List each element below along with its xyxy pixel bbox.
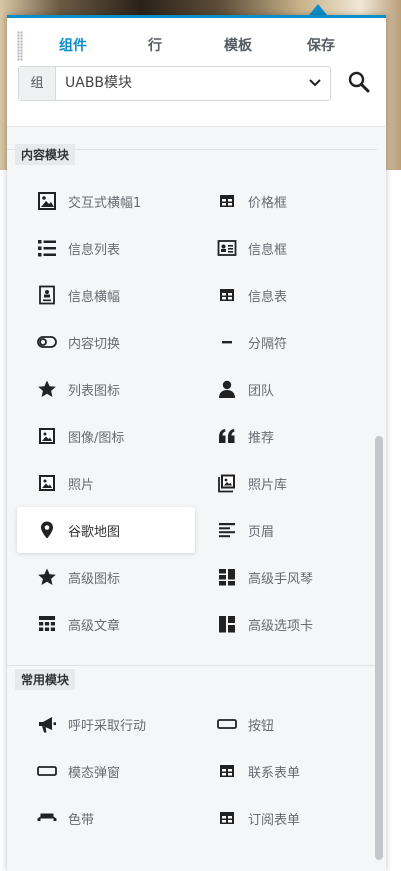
map-marker-icon — [41, 521, 53, 539]
table-icon — [220, 812, 234, 824]
module-item-label: 照片 — [68, 478, 95, 493]
module-item-label: 高级手风琴 — [248, 572, 314, 587]
tab-modules[interactable]: 组件 — [59, 35, 87, 55]
module-item[interactable]: 分隔符 — [197, 319, 375, 365]
drag-handle-icon[interactable] — [17, 31, 23, 61]
section-title-common: 常用模块 — [15, 669, 76, 690]
table-icon — [220, 195, 234, 207]
button-icon — [217, 719, 237, 729]
table-icon — [220, 289, 234, 301]
banner-icon — [39, 285, 55, 305]
module-item-label: 按钮 — [248, 719, 275, 734]
tabs-icon — [219, 616, 235, 633]
modules-list[interactable]: 内容模块 交互式横幅1 价格框信息列表 信息框信息横幅 信息表内容切换 分隔符列表图标 团… — [7, 127, 386, 871]
module-item[interactable]: 照片 — [17, 460, 195, 506]
module-item[interactable]: 高级选项卡 — [197, 601, 375, 647]
list-icon — [38, 240, 56, 257]
group-selected-value: UABB模块 — [65, 75, 133, 91]
module-item-label: 高级选项卡 — [248, 619, 314, 634]
module-item-label: 内容切换 — [68, 337, 121, 352]
module-item-label: 价格框 — [248, 196, 288, 211]
module-item-label: 联系表单 — [248, 766, 301, 781]
module-item-label: 交互式横幅1 — [68, 196, 142, 211]
module-item[interactable]: 高级文章 — [17, 601, 195, 647]
module-item-label: 分隔符 — [248, 337, 288, 352]
section-title-content: 内容模块 — [15, 144, 76, 165]
panel-header: 组件 行 模板 保存 组 UABB模块 — [7, 18, 386, 127]
module-item[interactable]: 列表图标 — [17, 366, 195, 412]
module-item-label: 色带 — [68, 813, 95, 828]
megaphone-icon — [39, 717, 56, 733]
heading-icon — [219, 523, 235, 538]
module-item[interactable]: 呼吁采取行动 — [17, 701, 195, 747]
module-item[interactable]: 团队 — [197, 366, 375, 412]
table-icon — [220, 765, 234, 777]
module-item[interactable]: 谷歌地图 — [17, 507, 195, 553]
person-icon — [219, 380, 235, 398]
module-item[interactable]: 信息框 — [197, 225, 375, 271]
accordion-icon — [219, 569, 235, 586]
scrollbar-thumb[interactable] — [375, 436, 383, 860]
button-icon — [37, 766, 57, 776]
module-item-label: 谷歌地图 — [68, 525, 121, 540]
image-icon — [38, 192, 56, 210]
module-item[interactable]: 色带 — [17, 795, 195, 841]
scrollbar[interactable] — [375, 436, 383, 866]
module-item-label: 模态弹窗 — [68, 766, 121, 781]
module-panel: 组件 行 模板 保存 组 UABB模块 内容模块 交互式横幅1 价格框 信息列表 信息… — [7, 15, 386, 871]
module-item[interactable]: 信息横幅 — [17, 272, 195, 318]
picture-icon — [39, 475, 55, 491]
module-item-label: 信息框 — [248, 243, 288, 258]
module-item-label: 信息横幅 — [68, 290, 121, 305]
module-item-label: 照片库 — [248, 478, 288, 493]
ribbon-icon — [37, 813, 57, 821]
module-item-label: 高级图标 — [68, 572, 121, 587]
module-item[interactable]: 交互式横幅1 — [17, 178, 195, 224]
module-item[interactable]: 内容切换 — [17, 319, 195, 365]
star-icon — [38, 380, 56, 397]
module-item[interactable]: 推荐 — [197, 413, 375, 459]
picture-icon — [39, 428, 55, 444]
search-icon[interactable] — [347, 70, 371, 94]
module-item-label: 图像/图标 — [68, 431, 125, 446]
group-prefix-label: 组 — [19, 67, 56, 100]
panel-pointer — [309, 4, 327, 15]
module-item-label: 团队 — [248, 384, 275, 399]
module-item-label: 信息表 — [248, 290, 288, 305]
tab-templates[interactable]: 模板 — [224, 35, 252, 55]
module-item-label: 推荐 — [248, 431, 275, 446]
module-item-label: 信息列表 — [68, 243, 121, 258]
module-item[interactable]: 信息表 — [197, 272, 375, 318]
module-item[interactable]: 价格框 — [197, 178, 375, 224]
tab-saved[interactable]: 保存 — [307, 35, 335, 55]
module-item[interactable]: 照片库 — [197, 460, 375, 506]
module-item-label: 列表图标 — [68, 384, 121, 399]
tab-rows[interactable]: 行 — [148, 35, 162, 55]
module-item[interactable]: 高级手风琴 — [197, 554, 375, 600]
posts-grid-icon — [39, 616, 55, 631]
module-item[interactable]: 按钮 — [197, 701, 375, 747]
module-item[interactable]: 联系表单 — [197, 748, 375, 794]
toggle-icon — [37, 336, 57, 348]
module-item-label: 页眉 — [248, 525, 275, 540]
module-item[interactable]: 模态弹窗 — [17, 748, 195, 794]
module-item-label: 订阅表单 — [248, 813, 301, 828]
module-item-label: 高级文章 — [68, 619, 121, 634]
quote-icon — [219, 429, 235, 443]
minus-icon — [222, 341, 232, 344]
module-item[interactable]: 图像/图标 — [17, 413, 195, 459]
module-item[interactable]: 高级图标 — [17, 554, 195, 600]
group-select[interactable]: 组 UABB模块 — [18, 66, 331, 101]
id-card-icon — [217, 240, 237, 256]
star-icon — [38, 568, 56, 585]
module-item[interactable]: 页眉 — [197, 507, 375, 553]
module-item[interactable]: 订阅表单 — [197, 795, 375, 841]
module-item[interactable]: 信息列表 — [17, 225, 195, 271]
section-divider — [7, 665, 377, 666]
module-item-label: 呼吁采取行动 — [68, 719, 147, 734]
gallery-icon — [218, 474, 235, 493]
chevron-down-icon — [309, 79, 321, 87]
